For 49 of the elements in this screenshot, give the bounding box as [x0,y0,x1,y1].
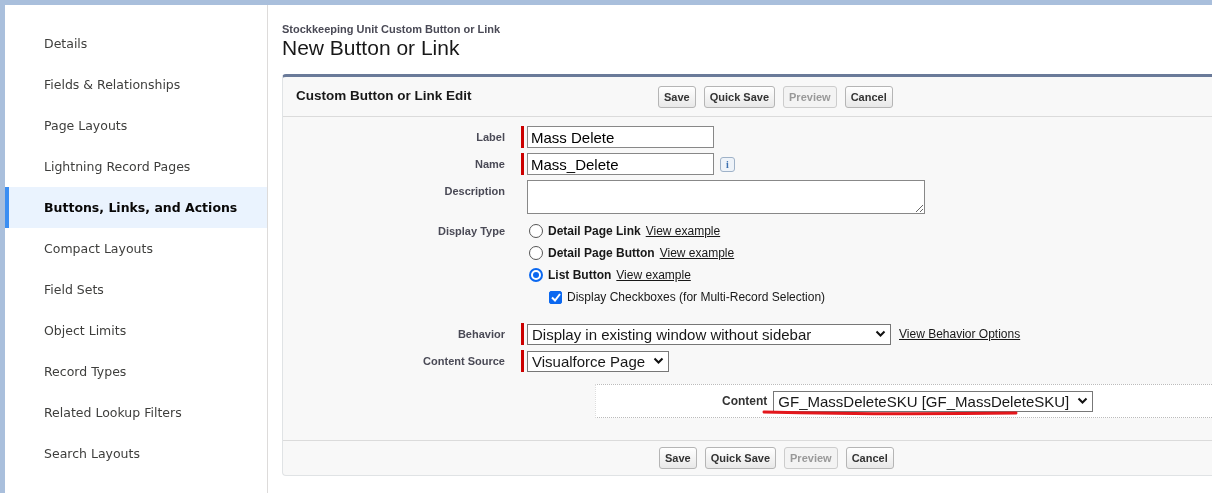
button[interactable]: Quick Save [703,85,776,108]
chevron-down-icon [875,330,886,338]
sidebar-item[interactable]: Object Limits [5,310,267,351]
field-label: Label [475,130,505,145]
sidebar-item[interactable]: Buttons, Links, and Actions [5,187,267,228]
breadcrumb: Stockkeeping Unit Custom Button or Link [282,23,502,36]
button[interactable]: Cancel [844,85,893,108]
checkbox[interactable] [549,290,562,304]
view-example-link[interactable]: View example [659,244,735,262]
option-label: Detail Page Button [548,245,655,262]
field-label: Display Type [436,224,505,239]
sidebar-item[interactable]: Page Layouts [5,105,267,146]
radio-button[interactable] [529,224,543,238]
sidebar-item[interactable]: Lightning Record Pages [5,146,267,187]
text-input[interactable]: Mass_Delete [527,153,714,175]
select-dropdown[interactable]: Visualforce Page [527,350,670,372]
view-example-link[interactable]: View example [645,222,721,240]
behavior-options-link[interactable]: View Behavior Options [899,325,1021,343]
sidebar-item[interactable]: Record Types [5,351,267,392]
field-label: Content Source [422,354,505,369]
radio-button[interactable] [529,246,543,260]
chevron-down-icon [653,357,665,365]
checkbox-label: Display Checkboxes (for Multi-Record Selection) [567,289,826,306]
field-label: Description [443,184,505,199]
sidebar-item[interactable]: Fields & Relationships [5,64,267,105]
sidebar-item[interactable]: Search Layouts [5,433,267,474]
panel-title: Custom Button or Link Edit [296,87,473,106]
select-dropdown[interactable]: GF_MassDeleteSKU [GF_MassDeleteSKU] [773,390,1094,412]
info-icon[interactable]: i [720,156,735,172]
sidebar-item[interactable]: Related Lookup Filters [5,392,267,433]
text-input[interactable]: Mass Delete [527,126,714,148]
button[interactable]: Save [658,85,696,108]
radio-button[interactable] [529,268,543,282]
button[interactable]: Save [659,447,697,469]
button[interactable]: Quick Save [704,447,777,469]
option-label: List Button [548,267,612,284]
sidebar-item[interactable]: Compact Layouts [5,228,267,269]
description-textarea[interactable] [527,180,925,214]
page-title: New Button or Link [282,36,461,60]
chevron-down-icon [1077,397,1089,405]
sidebar-item[interactable]: Field Sets [5,269,267,310]
field-label: Content [722,393,768,410]
option-label: Detail Page Link [548,223,641,240]
button[interactable]: Cancel [845,447,894,469]
field-label: Behavior [456,327,505,342]
select-dropdown[interactable]: Display in existing window without sidebar [527,323,891,345]
sidebar-item[interactable]: Details [5,23,267,64]
field-label: Name [474,157,505,172]
view-example-link[interactable]: View example [616,266,691,284]
